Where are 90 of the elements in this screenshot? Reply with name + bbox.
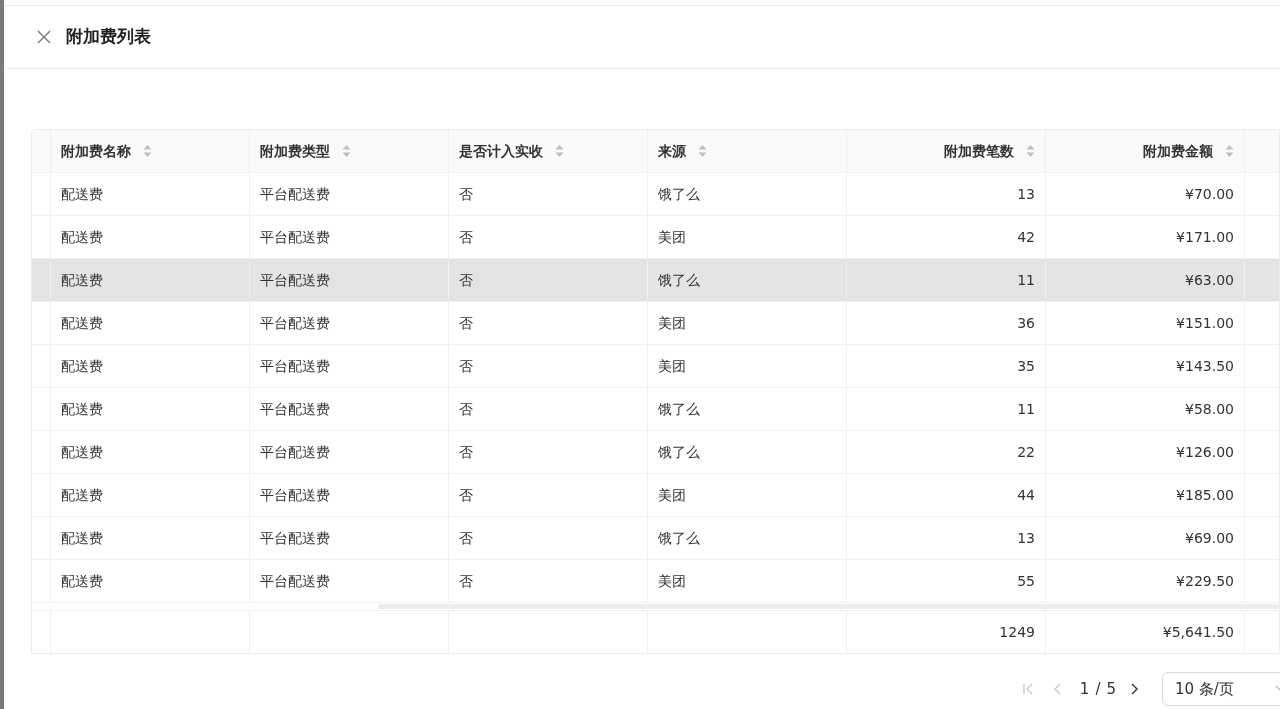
table-cell-text: 平台配送费 xyxy=(260,313,330,333)
table-cell-text: ¥171.00 xyxy=(1176,227,1234,247)
table-cell-text: 平台配送费 xyxy=(260,528,330,548)
table-cell-text: 22 xyxy=(1017,442,1035,462)
table-cell-text: 美团 xyxy=(658,227,686,247)
sort-icon[interactable] xyxy=(143,144,152,158)
table-cell-text: ¥70.00 xyxy=(1185,184,1234,204)
table-cell-text: 饿了么 xyxy=(658,442,700,462)
table-cell-text: ¥63.00 xyxy=(1185,270,1234,290)
drawer-title: 附加费列表 xyxy=(66,25,151,49)
table-cell-text: ¥185.00 xyxy=(1176,485,1234,505)
table-cell-text: 平台配送费 xyxy=(260,270,330,290)
column-header: 附加费名称 xyxy=(61,141,131,161)
table-row[interactable]: 配送费 平台配送费 否 美团 36 ¥151.00 xyxy=(32,302,1279,345)
table-cell-text: 否 xyxy=(459,485,473,505)
table-cell-text: 平台配送费 xyxy=(260,356,330,376)
table-cell-text: 否 xyxy=(459,528,473,548)
page-separator: / xyxy=(1095,678,1101,700)
table-cell-text: 36 xyxy=(1017,313,1035,333)
table-cell-text: 配送费 xyxy=(61,184,103,204)
summary-cell-text: 1249 xyxy=(999,622,1035,642)
table-cell-text: 11 xyxy=(1017,270,1035,290)
table-cell-text: 配送费 xyxy=(61,227,103,247)
table-cell-text: 否 xyxy=(459,270,473,290)
table-cell-text: 平台配送费 xyxy=(260,399,330,419)
sort-icon[interactable] xyxy=(1026,144,1035,158)
table-cell-text: 饿了么 xyxy=(658,528,700,548)
table-cell-text: 美团 xyxy=(658,571,686,591)
table-cell-text: 美团 xyxy=(658,313,686,333)
table-cell-text: 配送费 xyxy=(61,442,103,462)
table-cell-text: 配送费 xyxy=(61,356,103,376)
current-page: 1 xyxy=(1079,678,1090,700)
table-row[interactable]: 配送费 平台配送费 否 饿了么 22 ¥126.00 xyxy=(32,431,1279,474)
total-pages: 5 xyxy=(1106,678,1116,700)
table-cell-text: 35 xyxy=(1017,356,1035,376)
sort-icon[interactable] xyxy=(555,144,564,158)
column-header: 附加费金额 xyxy=(1143,141,1213,161)
table-cell-text: 平台配送费 xyxy=(260,184,330,204)
sort-icon[interactable] xyxy=(342,144,351,158)
table-cell-text: 平台配送费 xyxy=(260,442,330,462)
table-cell-text: 饿了么 xyxy=(658,270,700,290)
table-cell-text: 否 xyxy=(459,571,473,591)
table-cell-text: ¥143.50 xyxy=(1176,356,1234,376)
table-cell-text: ¥229.50 xyxy=(1176,571,1234,591)
table-cell-text: 44 xyxy=(1017,485,1035,505)
column-header: 附加费笔数 xyxy=(944,141,1014,161)
table-cell-text: 平台配送费 xyxy=(260,571,330,591)
table-cell-text: 饿了么 xyxy=(658,184,700,204)
table-row[interactable]: 配送费 平台配送费 否 饿了么 13 ¥69.00 xyxy=(32,517,1279,560)
table-cell-text: 55 xyxy=(1017,571,1035,591)
page-size-select[interactable]: 10 条/页 xyxy=(1162,672,1280,706)
table-cell-text: 平台配送费 xyxy=(260,227,330,247)
table-cell-text: 配送费 xyxy=(61,399,103,419)
sort-icon[interactable] xyxy=(1225,144,1234,158)
table-cell-text: ¥69.00 xyxy=(1185,528,1234,548)
table-row[interactable]: 配送费 平台配送费 否 美团 35 ¥143.50 xyxy=(32,345,1279,388)
table-row[interactable]: 配送费 平台配送费 否 美团 42 ¥171.00 xyxy=(32,216,1279,259)
table-cell-text: 配送费 xyxy=(61,571,103,591)
table-cell-text: 配送费 xyxy=(61,270,103,290)
table-cell-text: 13 xyxy=(1017,184,1035,204)
column-header: 来源 xyxy=(658,141,686,161)
table-cell-text: 配送费 xyxy=(61,528,103,548)
table-cell-text: 配送费 xyxy=(61,485,103,505)
table-row[interactable]: 配送费 平台配送费 否 美团 55 ¥229.50 xyxy=(32,560,1279,603)
close-icon[interactable] xyxy=(36,29,52,45)
table-cell-text: 否 xyxy=(459,356,473,376)
table-row[interactable]: 配送费 平台配送费 否 饿了么 13 ¥70.00 xyxy=(32,173,1279,216)
table-cell-text: 42 xyxy=(1017,227,1035,247)
table-cell-text: 美团 xyxy=(658,356,686,376)
summary-cell-text: ¥5,641.50 xyxy=(1162,622,1234,642)
table-cell-text: 饿了么 xyxy=(658,399,700,419)
table-cell-text: 否 xyxy=(459,227,473,247)
table-cell-text: 11 xyxy=(1017,399,1035,419)
table-row[interactable]: 配送费 平台配送费 否 美团 44 ¥185.00 xyxy=(32,474,1279,517)
table-cell-text: 平台配送费 xyxy=(260,485,330,505)
table-cell-text: ¥151.00 xyxy=(1176,313,1234,333)
table-cell-text: 配送费 xyxy=(61,313,103,333)
table-row[interactable]: 配送费 平台配送费 否 饿了么 11 ¥58.00 xyxy=(32,388,1279,431)
table-cell-text: 否 xyxy=(459,184,473,204)
table-row[interactable]: 配送费 平台配送费 否 饿了么 11 ¥63.00 xyxy=(32,259,1279,302)
table-cell-text: ¥58.00 xyxy=(1185,399,1234,419)
table-cell-text: ¥126.00 xyxy=(1176,442,1234,462)
table-cell-text: 否 xyxy=(459,399,473,419)
sort-icon[interactable] xyxy=(698,144,707,158)
table-cell-text: 美团 xyxy=(658,485,686,505)
table-cell-text: 否 xyxy=(459,313,473,333)
table-cell-text: 否 xyxy=(459,442,473,462)
column-header: 是否计入实收 xyxy=(459,141,543,161)
column-header: 附加费类型 xyxy=(260,141,330,161)
table-cell-text: 13 xyxy=(1017,528,1035,548)
